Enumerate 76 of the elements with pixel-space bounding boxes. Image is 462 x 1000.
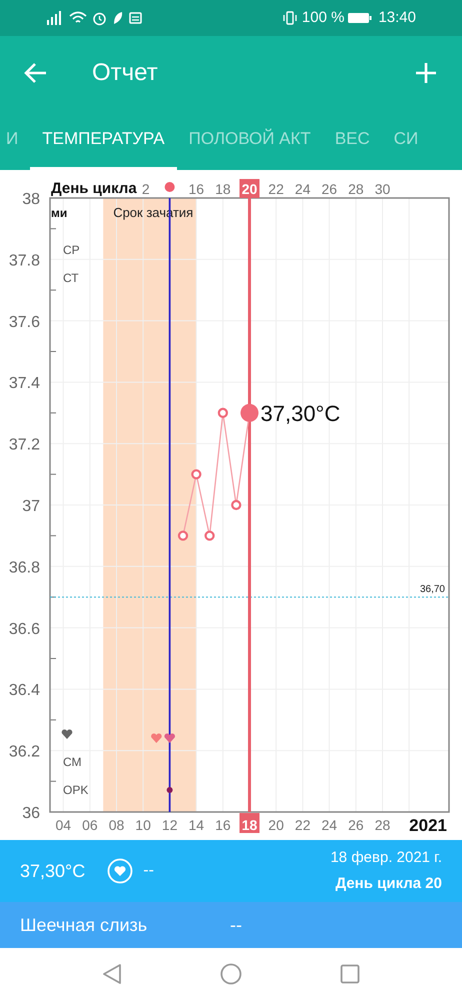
- x-axis-label: 28: [374, 817, 390, 833]
- tab[interactable]: СИ: [382, 110, 430, 170]
- x-axis-label: 22: [294, 817, 310, 833]
- selected-cycle-day: 20: [240, 179, 260, 198]
- x-tick-label: 18: [242, 817, 258, 833]
- x-axis-label: 24: [322, 817, 338, 833]
- row-label: СМ: [63, 755, 82, 769]
- heart-circle-icon: [107, 858, 134, 884]
- selected-date-label: 18: [240, 813, 260, 833]
- cycle-day-label: 22: [268, 181, 284, 197]
- clock-time: 13:40: [378, 8, 416, 28]
- x-axis-label: 26: [348, 817, 364, 833]
- y-axis-label: 36.8: [8, 559, 40, 576]
- temperature-value: 37,30°C: [20, 860, 86, 882]
- plus-icon: [415, 62, 437, 84]
- battery-icon: [348, 12, 372, 24]
- x-axis-label: 14: [188, 817, 204, 833]
- back-nav-icon[interactable]: [102, 963, 122, 985]
- battery-percentage: 100 %: [302, 8, 344, 28]
- y-axis-label: 37.4: [8, 375, 40, 392]
- data-point: [191, 469, 202, 480]
- cycle-day-label: 18: [215, 181, 231, 197]
- detail-value: --: [230, 914, 242, 936]
- cycle-day-text: День цикла 20: [335, 874, 442, 894]
- vibrate-icon: [282, 11, 298, 25]
- wifi-icon: [69, 11, 87, 25]
- row-label: СР: [63, 243, 80, 257]
- tab[interactable]: И: [0, 110, 30, 170]
- data-point: [204, 530, 215, 541]
- cycle-day-label: 2: [142, 181, 150, 197]
- x-axis-label: 16: [215, 817, 231, 833]
- recents-nav-icon[interactable]: [340, 964, 360, 984]
- tab[interactable]: ВЕС: [322, 110, 382, 170]
- x-axis-label: 20: [268, 817, 284, 833]
- axis-title: День цикла: [51, 180, 137, 197]
- year-label: 2021: [409, 816, 447, 835]
- y-axis-label: 38: [22, 191, 40, 208]
- x-axis-label: 10: [135, 817, 151, 833]
- y-axis-label: 37.2: [8, 436, 40, 454]
- data-point: [178, 530, 188, 541]
- heart-icon: [62, 729, 72, 739]
- data-point: [218, 408, 228, 418]
- x-axis-label: 04: [56, 817, 72, 833]
- leaf-icon: [112, 11, 124, 25]
- x-axis-label: 06: [82, 817, 98, 833]
- cycle-day-label: 16: [188, 181, 204, 197]
- screen-title: Отчет: [92, 58, 158, 88]
- signal-icon: [46, 11, 64, 25]
- message-icon: [129, 12, 142, 24]
- x-axis-label: 08: [108, 817, 124, 833]
- cycle-day-label: 28: [348, 181, 364, 197]
- reference-label: 36,70: [420, 584, 445, 596]
- row-label: ми: [51, 206, 68, 220]
- temperature-label: 37,30°C: [260, 400, 340, 426]
- cycle-day-label: 26: [322, 181, 338, 197]
- cycle-day-label: 24: [294, 181, 310, 197]
- back-arrow-icon: [24, 62, 48, 84]
- row-label: СТ: [63, 271, 79, 285]
- y-axis-label: 37: [22, 498, 40, 515]
- y-axis-label: 36.6: [8, 620, 40, 638]
- home-nav-icon[interactable]: [220, 963, 242, 985]
- tab[interactable]: ПОЛОВОЙ АКТ: [176, 110, 323, 170]
- selected-data-point: [240, 404, 258, 422]
- y-axis-label: 36: [22, 805, 40, 822]
- date-text: 18 февр. 2021 г.: [330, 848, 442, 868]
- y-axis-label: 37.8: [8, 252, 40, 270]
- row-label: OPK: [63, 783, 88, 797]
- intercourse-value: --: [143, 861, 154, 881]
- data-point: [231, 500, 242, 510]
- y-axis-label: 36.2: [8, 744, 40, 761]
- cycle-day-label: 30: [374, 181, 390, 197]
- y-axis-label: 36.4: [8, 682, 40, 700]
- x-axis-label: 12: [162, 817, 178, 833]
- alarm-icon: [92, 10, 107, 26]
- detail-label: Шеечная слизь: [20, 914, 148, 936]
- y-axis-label: 37.6: [8, 314, 40, 331]
